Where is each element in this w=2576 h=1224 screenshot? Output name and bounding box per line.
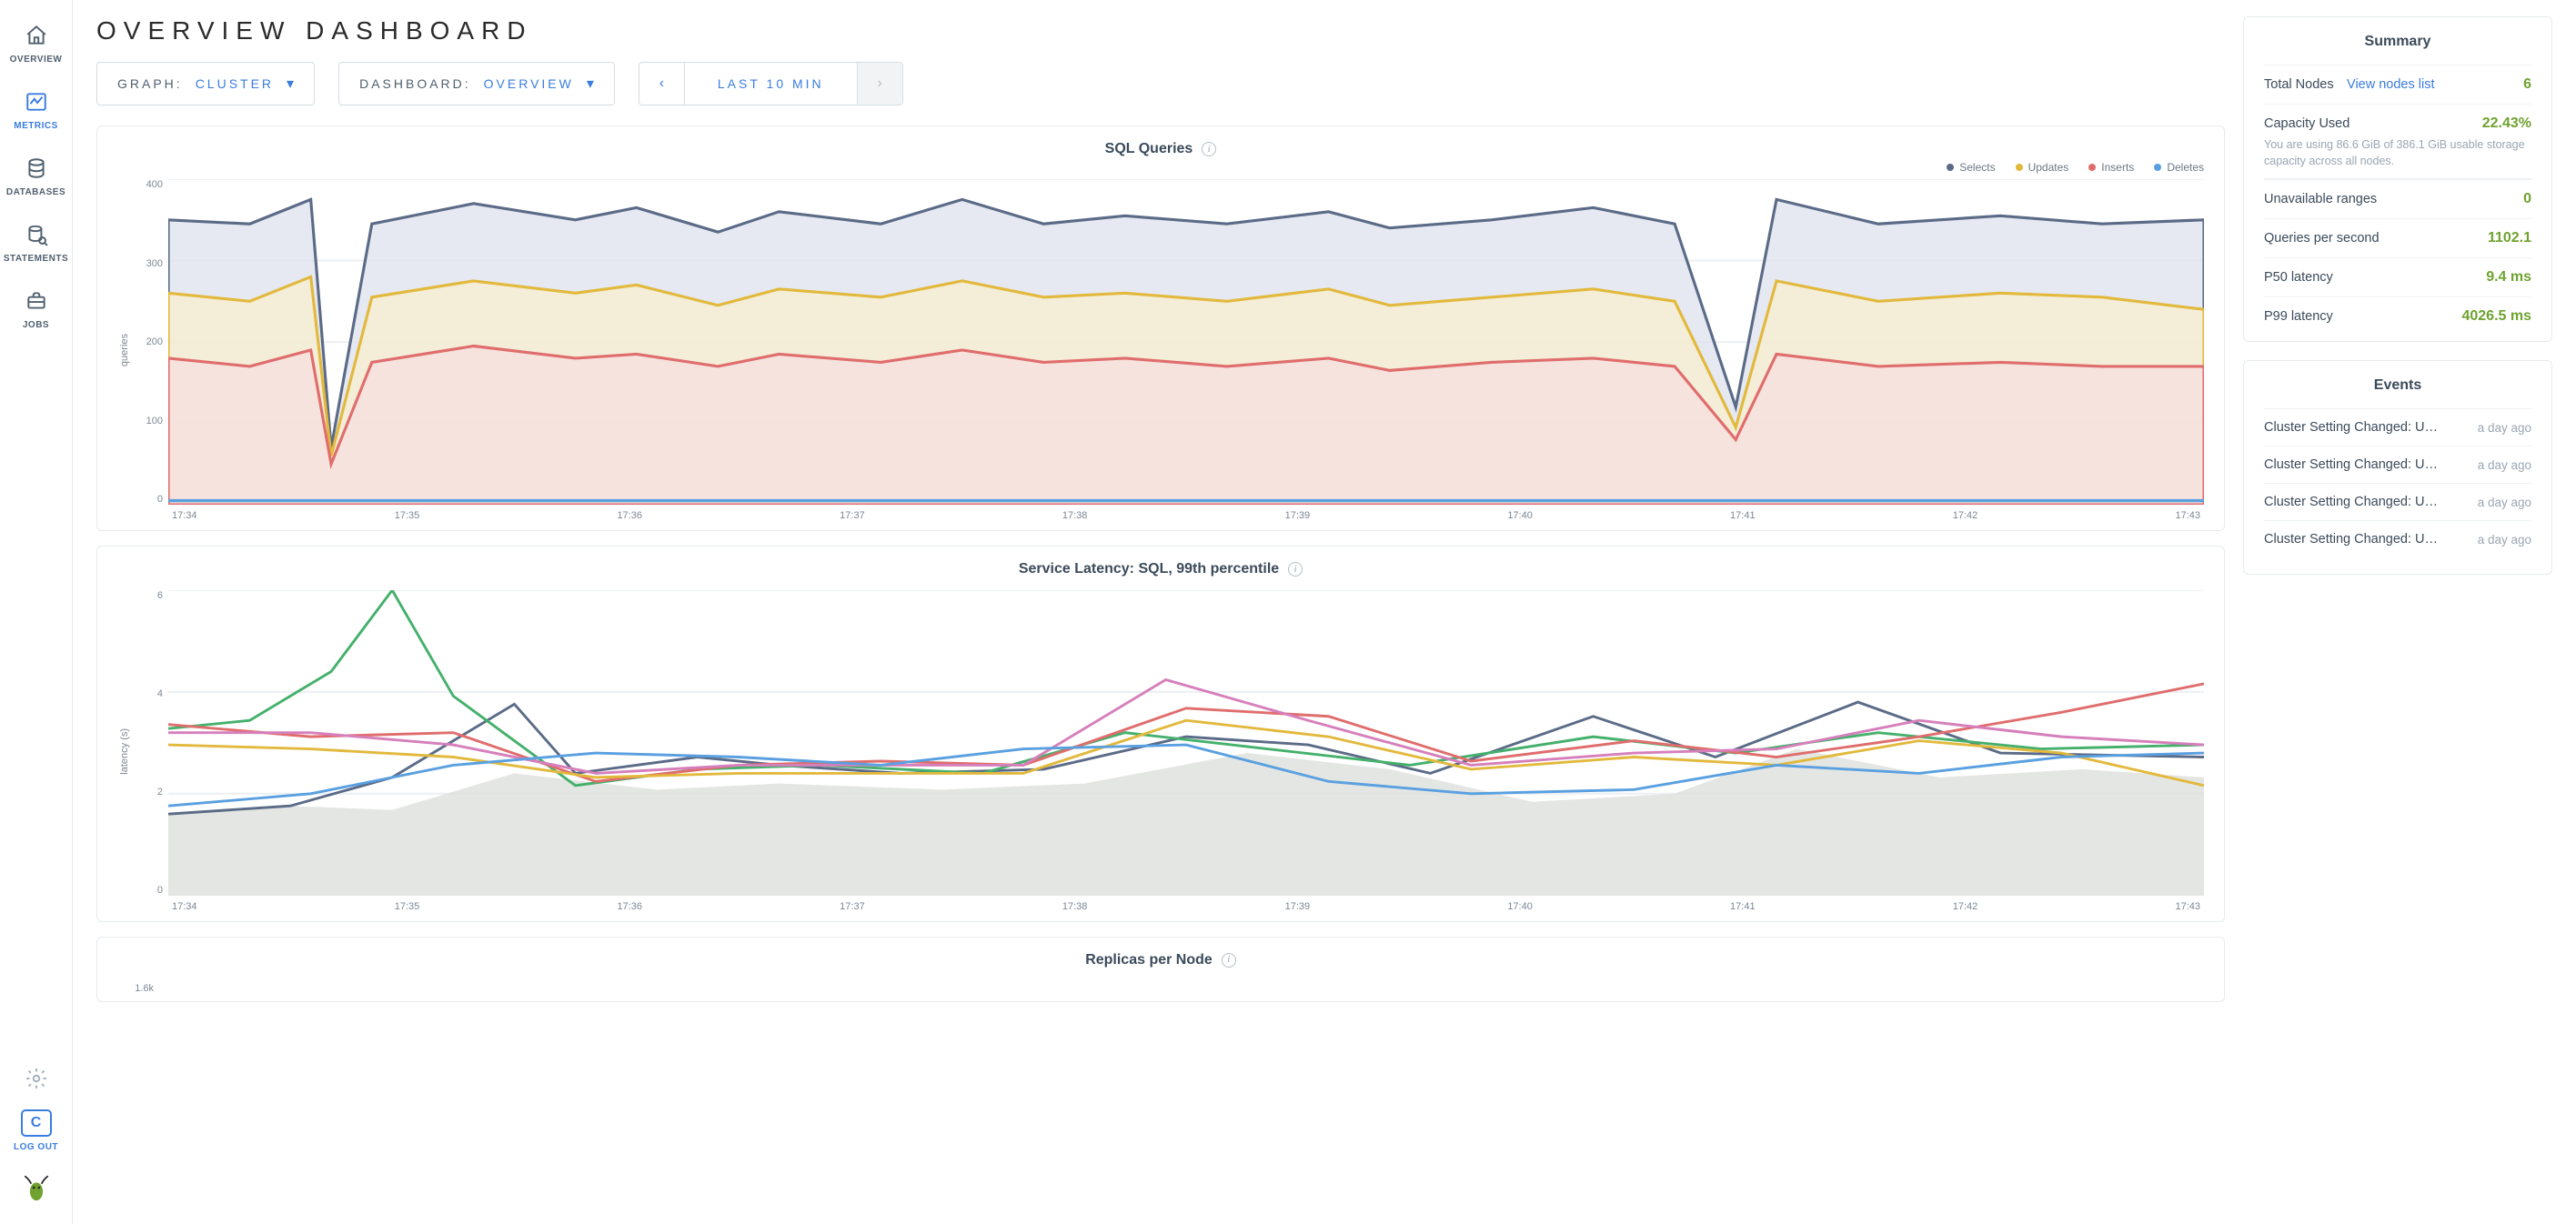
home-icon bbox=[23, 22, 50, 49]
nav-label: DATABASES bbox=[6, 187, 65, 197]
x-ticks: 17:3417:3517:3617:3717:3817:3917:4017:41… bbox=[168, 505, 2204, 521]
legend-item[interactable]: Selects bbox=[1947, 161, 1995, 174]
time-prev-button[interactable]: ‹ bbox=[639, 63, 685, 105]
event-time: a day ago bbox=[2478, 533, 2531, 547]
logout-label: LOG OUT bbox=[14, 1142, 58, 1152]
database-icon bbox=[23, 155, 50, 182]
chevron-left-icon: ‹ bbox=[659, 75, 664, 92]
info-icon[interactable]: i bbox=[1202, 142, 1216, 156]
settings-button[interactable] bbox=[25, 1058, 48, 1104]
stat-value: 4026.5 ms bbox=[2461, 308, 2531, 325]
capacity-note: You are using 86.6 GiB of 386.1 GiB usab… bbox=[2264, 137, 2531, 179]
event-text: Cluster Setting Changed: U… bbox=[2264, 495, 2438, 509]
chart-title: Service Latency: SQL, 99th percentile bbox=[1019, 561, 1279, 577]
stat-label: P50 latency bbox=[2264, 270, 2333, 285]
nav-jobs[interactable]: JOBS bbox=[0, 275, 72, 341]
caret-down-icon: ▾ bbox=[587, 75, 594, 93]
cockroach-logo-icon bbox=[21, 1163, 52, 1224]
y-ticks: 6 4 2 0 bbox=[132, 590, 163, 896]
time-range-label[interactable]: LAST 10 MIN bbox=[685, 76, 857, 91]
legend-item[interactable]: Updates bbox=[2016, 161, 2069, 174]
stat-label: Queries per second bbox=[2264, 231, 2380, 246]
stat-value: 22.43% bbox=[2482, 115, 2531, 132]
user-initial-icon: C bbox=[21, 1109, 52, 1137]
latency-chart-card: Service Latency: SQL, 99th percentile i … bbox=[96, 546, 2225, 922]
x-ticks: 17:3417:3517:3617:3717:3817:3917:4017:41… bbox=[168, 896, 2204, 912]
y-axis-label: latency (s) bbox=[117, 590, 132, 912]
event-row[interactable]: Cluster Setting Changed: U… a day ago bbox=[2264, 446, 2531, 483]
sql-queries-chart-card: SQL Queries i Selects Updates Inserts De… bbox=[96, 125, 2225, 531]
nav-label: OVERVIEW bbox=[10, 55, 63, 65]
events-title: Events bbox=[2264, 377, 2531, 394]
jobs-icon bbox=[23, 287, 50, 315]
dashboard-select[interactable]: DASHBOARD: OVERVIEW ▾ bbox=[338, 62, 615, 105]
info-icon[interactable]: i bbox=[1288, 562, 1303, 577]
gear-icon bbox=[25, 1079, 48, 1094]
legend-item[interactable]: Deletes bbox=[2154, 161, 2204, 174]
dashboard-select-label: DASHBOARD: bbox=[359, 76, 471, 91]
chevron-right-icon: › bbox=[878, 75, 882, 92]
events-card: Events Cluster Setting Changed: U… a day… bbox=[2243, 360, 2552, 575]
stat-label: Total Nodes bbox=[2264, 77, 2334, 92]
summary-card: Summary Total Nodes View nodes list 6 Ca… bbox=[2243, 16, 2552, 342]
stat-label: P99 latency bbox=[2264, 309, 2333, 324]
latency-chart-plot[interactable]: 17:3417:3517:3617:3717:3817:3917:4017:41… bbox=[168, 590, 2204, 912]
chart-title: Replicas per Node bbox=[1085, 952, 1213, 968]
controls-row: GRAPH: CLUSTER ▾ DASHBOARD: OVERVIEW ▾ ‹… bbox=[96, 62, 2225, 105]
summary-row-total-nodes: Total Nodes View nodes list 6 bbox=[2264, 65, 2531, 104]
nav-metrics[interactable]: METRICS bbox=[0, 75, 72, 142]
stat-value: 0 bbox=[2523, 191, 2531, 207]
dashboard-select-value: OVERVIEW bbox=[484, 76, 574, 91]
time-range-picker: ‹ LAST 10 MIN › bbox=[639, 62, 903, 105]
sql-chart-plot[interactable]: 17:3417:3517:3617:3717:3817:3917:4017:41… bbox=[168, 179, 2204, 521]
stat-value: 1102.1 bbox=[2488, 230, 2531, 246]
time-next-button[interactable]: › bbox=[857, 63, 902, 105]
nav-label: METRICS bbox=[14, 121, 58, 131]
event-time: a day ago bbox=[2478, 458, 2531, 472]
stat-value: 9.4 ms bbox=[2486, 269, 2531, 286]
legend-item[interactable]: Inserts bbox=[2088, 161, 2134, 174]
graph-select-label: GRAPH: bbox=[117, 76, 183, 91]
logout-button[interactable]: C LOG OUT bbox=[0, 1104, 72, 1163]
summary-row-p99: P99 latency 4026.5 ms bbox=[2264, 296, 2531, 325]
nav-databases[interactable]: DATABASES bbox=[0, 142, 72, 208]
statements-icon bbox=[23, 221, 50, 248]
summary-title: Summary bbox=[2264, 34, 2531, 50]
sql-legend: Selects Updates Inserts Deletes bbox=[117, 161, 2204, 174]
summary-row-unavailable: Unavailable ranges 0 bbox=[2264, 179, 2531, 218]
event-time: a day ago bbox=[2478, 496, 2531, 509]
event-time: a day ago bbox=[2478, 421, 2531, 435]
y-axis-label: queries bbox=[117, 179, 132, 521]
stat-label: Capacity Used bbox=[2264, 116, 2350, 131]
replicas-chart-card: Replicas per Node i 1.6k bbox=[96, 937, 2225, 1002]
caret-down-icon: ▾ bbox=[287, 75, 294, 93]
event-text: Cluster Setting Changed: U… bbox=[2264, 420, 2438, 435]
event-row[interactable]: Cluster Setting Changed: U… a day ago bbox=[2264, 483, 2531, 520]
graph-select-value: CLUSTER bbox=[196, 76, 274, 91]
graph-select[interactable]: GRAPH: CLUSTER ▾ bbox=[96, 62, 315, 105]
info-icon[interactable]: i bbox=[1222, 953, 1236, 968]
stat-label: Unavailable ranges bbox=[2264, 192, 2377, 206]
event-text: Cluster Setting Changed: U… bbox=[2264, 457, 2438, 472]
metrics-icon bbox=[23, 88, 50, 115]
sidebar: OVERVIEW METRICS DATABASES STATEMENTS JO… bbox=[0, 0, 73, 1224]
event-text: Cluster Setting Changed: U… bbox=[2264, 532, 2438, 547]
nav-label: STATEMENTS bbox=[4, 254, 68, 264]
y-tick: 1.6k bbox=[135, 983, 154, 994]
nav-overview[interactable]: OVERVIEW bbox=[0, 9, 72, 75]
nav-label: JOBS bbox=[23, 320, 49, 330]
y-ticks: 400 300 200 100 0 bbox=[132, 179, 163, 505]
event-row[interactable]: Cluster Setting Changed: U… a day ago bbox=[2264, 520, 2531, 557]
summary-row-p50: P50 latency 9.4 ms bbox=[2264, 257, 2531, 296]
event-row[interactable]: Cluster Setting Changed: U… a day ago bbox=[2264, 408, 2531, 446]
nav-statements[interactable]: STATEMENTS bbox=[0, 208, 72, 275]
summary-row-qps: Queries per second 1102.1 bbox=[2264, 218, 2531, 257]
page-title: OVERVIEW DASHBOARD bbox=[96, 16, 2225, 45]
chart-title: SQL Queries bbox=[1105, 141, 1193, 157]
view-nodes-link[interactable]: View nodes list bbox=[2347, 77, 2434, 92]
replicas-chart-plot[interactable] bbox=[157, 981, 2204, 992]
stat-value: 6 bbox=[2523, 76, 2531, 93]
